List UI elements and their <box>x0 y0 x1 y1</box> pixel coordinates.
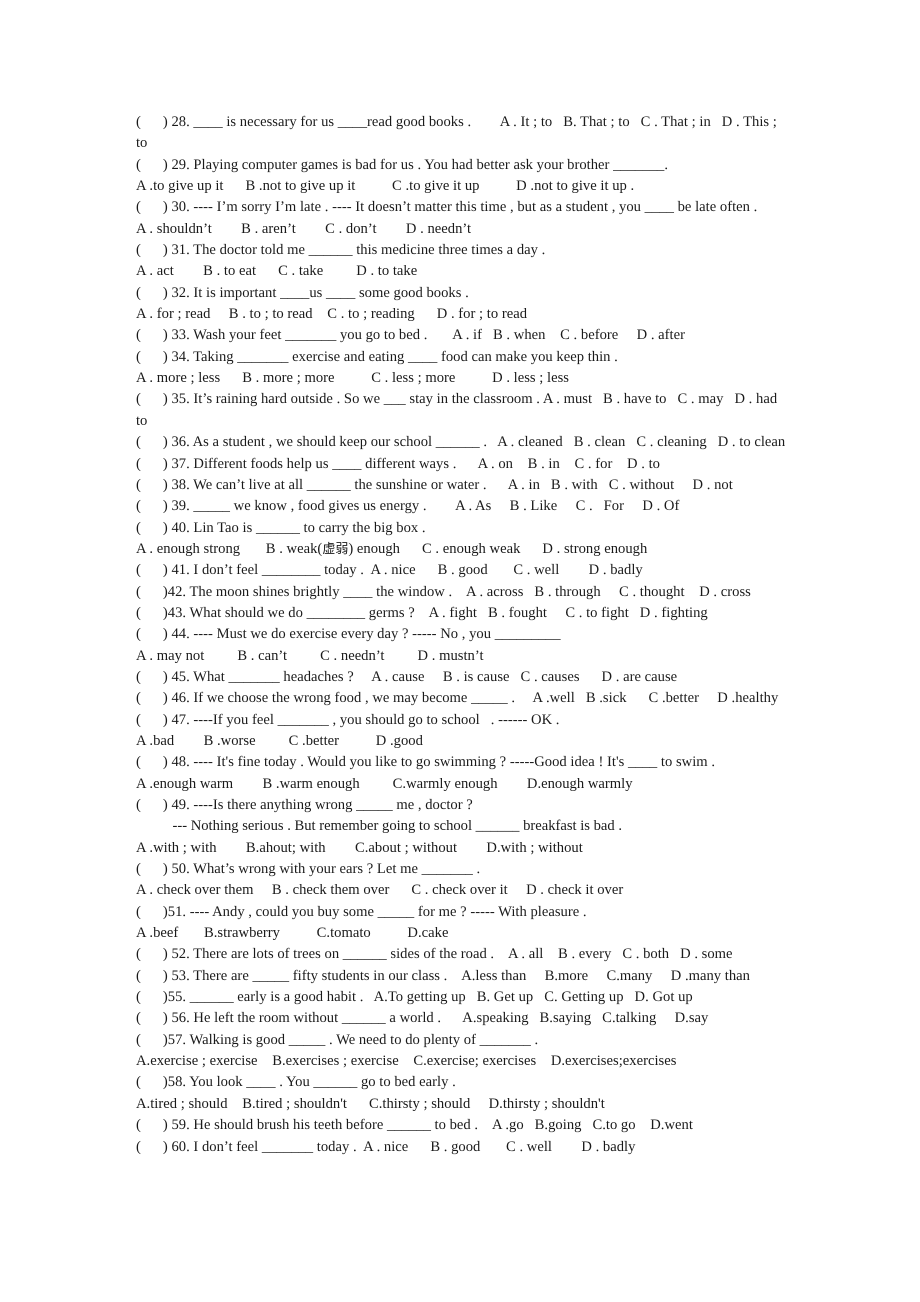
answer-options-line: A . act B . to eat C . take D . to take <box>136 263 418 280</box>
answer-options-line: A . check over them B . check them over … <box>136 882 624 899</box>
question-line: ( ) 35. It’s raining hard outside . So w… <box>136 391 778 408</box>
answer-options-line: A .bad B .worse C .better D .good <box>136 732 423 749</box>
question-line: ( ) 59. He should brush his teeth before… <box>136 1117 693 1134</box>
question-line: ( ) 36. As a student , we should keep ou… <box>136 434 786 451</box>
answer-options-line: A .beef B.strawberry C.tomato D.cake <box>136 925 449 942</box>
worksheet-page: ( ) 28. ____ is necessary for us ____rea… <box>0 0 920 1302</box>
answer-options-line: A .with ; with B.ahout; with C.about ; w… <box>136 839 583 856</box>
question-line: ( ) 56. He left the room without ______ … <box>136 1010 709 1027</box>
question-line: ( ) 46. If we choose the wrong food , we… <box>136 690 779 707</box>
question-line: ( ) 41. I don’t feel ________ today . A … <box>136 562 643 579</box>
question-line: ( ) 33. Wash your feet _______ you go to… <box>136 327 686 344</box>
answer-options-line: A . for ; read B . to ; to read C . to ;… <box>136 306 528 323</box>
question-line: ( )43. What should we do ________ germs … <box>136 604 708 621</box>
answer-options-line: A . may not B . can’t C . needn’t D . mu… <box>136 647 484 664</box>
wrapped-text-line: to <box>136 135 148 152</box>
question-line: ( ) 37. Different foods help us ____ dif… <box>136 455 660 472</box>
question-line: ( ) 31. The doctor told me ______ this m… <box>136 242 546 259</box>
question-line: ( ) 32. It is important ____us ____ some… <box>136 284 469 301</box>
question-line: ( ) 48. ---- It's fine today . Would you… <box>136 754 716 771</box>
question-line: ( )51. ---- Andy , could you buy some __… <box>136 903 587 920</box>
question-line: ( ) 47. ----If you feel _______ , you sh… <box>136 711 560 728</box>
answer-options-line: A .to give up it B .not to give up it C … <box>136 178 635 195</box>
question-line: ( )42. The moon shines brightly ____ the… <box>136 583 751 600</box>
wrapped-text-line: --- Nothing serious . But remember going… <box>136 818 622 835</box>
question-line: ( )55. ______ early is a good habit . A.… <box>136 989 693 1006</box>
answer-options-line: A . more ; less B . more ; more C . less… <box>136 370 570 387</box>
question-line: ( ) 39. _____ we know , food gives us en… <box>136 498 680 515</box>
answer-options-line: A.tired ; should B.tired ; shouldn't C.t… <box>136 1095 605 1112</box>
question-line: ( ) 29. Playing computer games is bad fo… <box>136 156 668 173</box>
chinese-gloss: 虚弱 <box>322 541 349 557</box>
answer-options-line: A . enough strong B . weak(虚弱) enough C … <box>136 540 648 557</box>
question-line: ( ) 45. What _______ headaches ? A . cau… <box>136 668 678 685</box>
answer-options-line: A . shouldn’t B . aren’t C . don’t D . n… <box>136 220 472 237</box>
question-line: ( ) 40. Lin Tao is ______ to carry the b… <box>136 519 426 536</box>
question-line: ( ) 38. We can’t live at all ______ the … <box>136 476 733 493</box>
question-line: ( )58. You look ____ . You ______ go to … <box>136 1074 456 1091</box>
question-line: ( ) 44. ---- Must we do exercise every d… <box>136 626 561 643</box>
question-line: ( ) 28. ____ is necessary for us ____rea… <box>136 114 777 130</box>
question-line: ( ) 49. ----Is there anything wrong ____… <box>136 797 473 813</box>
answer-options-line: A.exercise ; exercise B.exercises ; exer… <box>136 1053 677 1070</box>
wrapped-text-line: to <box>136 412 148 429</box>
question-line: ( ) 50. What’s wrong with your ears ? Le… <box>136 861 481 878</box>
question-line: ( ) 30. ---- I’m sorry I’m late . ---- I… <box>136 199 758 216</box>
question-line: ( )57. Walking is good _____ . We need t… <box>136 1031 539 1048</box>
question-line: ( ) 60. I don’t feel _______ today . A .… <box>136 1138 636 1155</box>
question-line: ( ) 53. There are _____ fifty students i… <box>136 967 750 984</box>
question-line: ( ) 52. There are lots of trees on _____… <box>136 946 733 963</box>
answer-options-line: A .enough warm B .warm enough C.warmly e… <box>136 775 633 792</box>
question-line: ( ) 34. Taking _______ exercise and eati… <box>136 348 618 365</box>
question-list: ( ) 28. ____ is necessary for us ____rea… <box>136 112 792 1158</box>
